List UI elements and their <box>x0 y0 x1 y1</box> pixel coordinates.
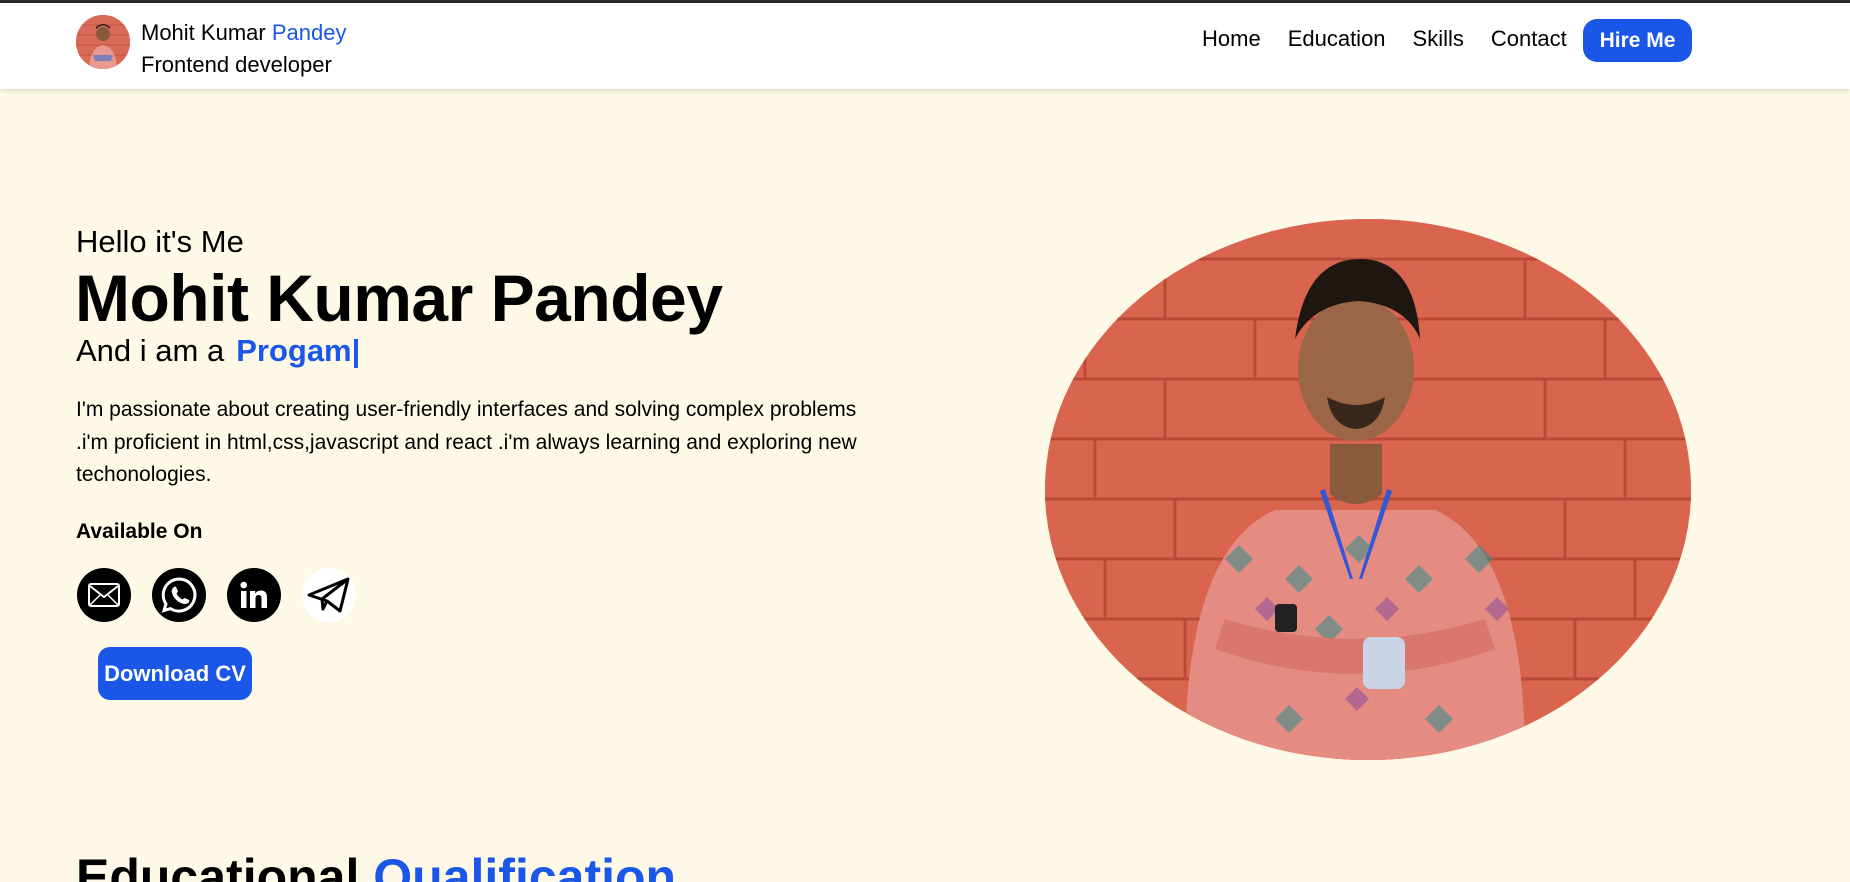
typed-role: Progam| <box>236 333 361 368</box>
telegram-icon[interactable] <box>302 568 356 622</box>
social-links <box>77 568 377 622</box>
main-nav: Home Education Skills Contact <box>1202 23 1594 55</box>
mail-icon[interactable] <box>77 568 131 622</box>
linkedin-icon[interactable] <box>227 568 281 622</box>
whatsapp-icon[interactable] <box>152 568 206 622</box>
bio-text: I'm passionate about creating user-frien… <box>76 398 857 486</box>
brand-first-name: Mohit Kumar <box>141 20 272 45</box>
role-line: And i am a Progam| <box>76 333 360 369</box>
download-cv-button[interactable]: Download CV <box>98 647 252 700</box>
education-heading-accent: Qualification <box>373 849 677 882</box>
brand-name: Mohit Kumar Pandey <box>141 20 346 46</box>
role-prefix: And i am a <box>76 333 225 368</box>
avatar <box>76 15 130 69</box>
available-on-label: Available On <box>76 520 203 543</box>
hero-name: Mohit Kumar Pandey <box>75 261 723 335</box>
site-header: Mohit Kumar Pandey Frontend developer Ho… <box>0 3 1850 89</box>
brand-role: Frontend developer <box>141 52 332 77</box>
nav-contact[interactable]: Contact <box>1491 23 1567 55</box>
nav-skills[interactable]: Skills <box>1413 23 1464 55</box>
hire-me-button[interactable]: Hire Me <box>1583 19 1692 62</box>
education-heading-first: Educational <box>76 849 374 882</box>
nav-home[interactable]: Home <box>1202 23 1261 55</box>
nav-education[interactable]: Education <box>1288 23 1386 55</box>
profile-photo <box>1045 219 1691 760</box>
education-heading: Educational Qualification <box>76 848 676 882</box>
greeting: Hello it's Me <box>76 224 244 259</box>
brand-last-name: Pandey <box>271 20 347 45</box>
